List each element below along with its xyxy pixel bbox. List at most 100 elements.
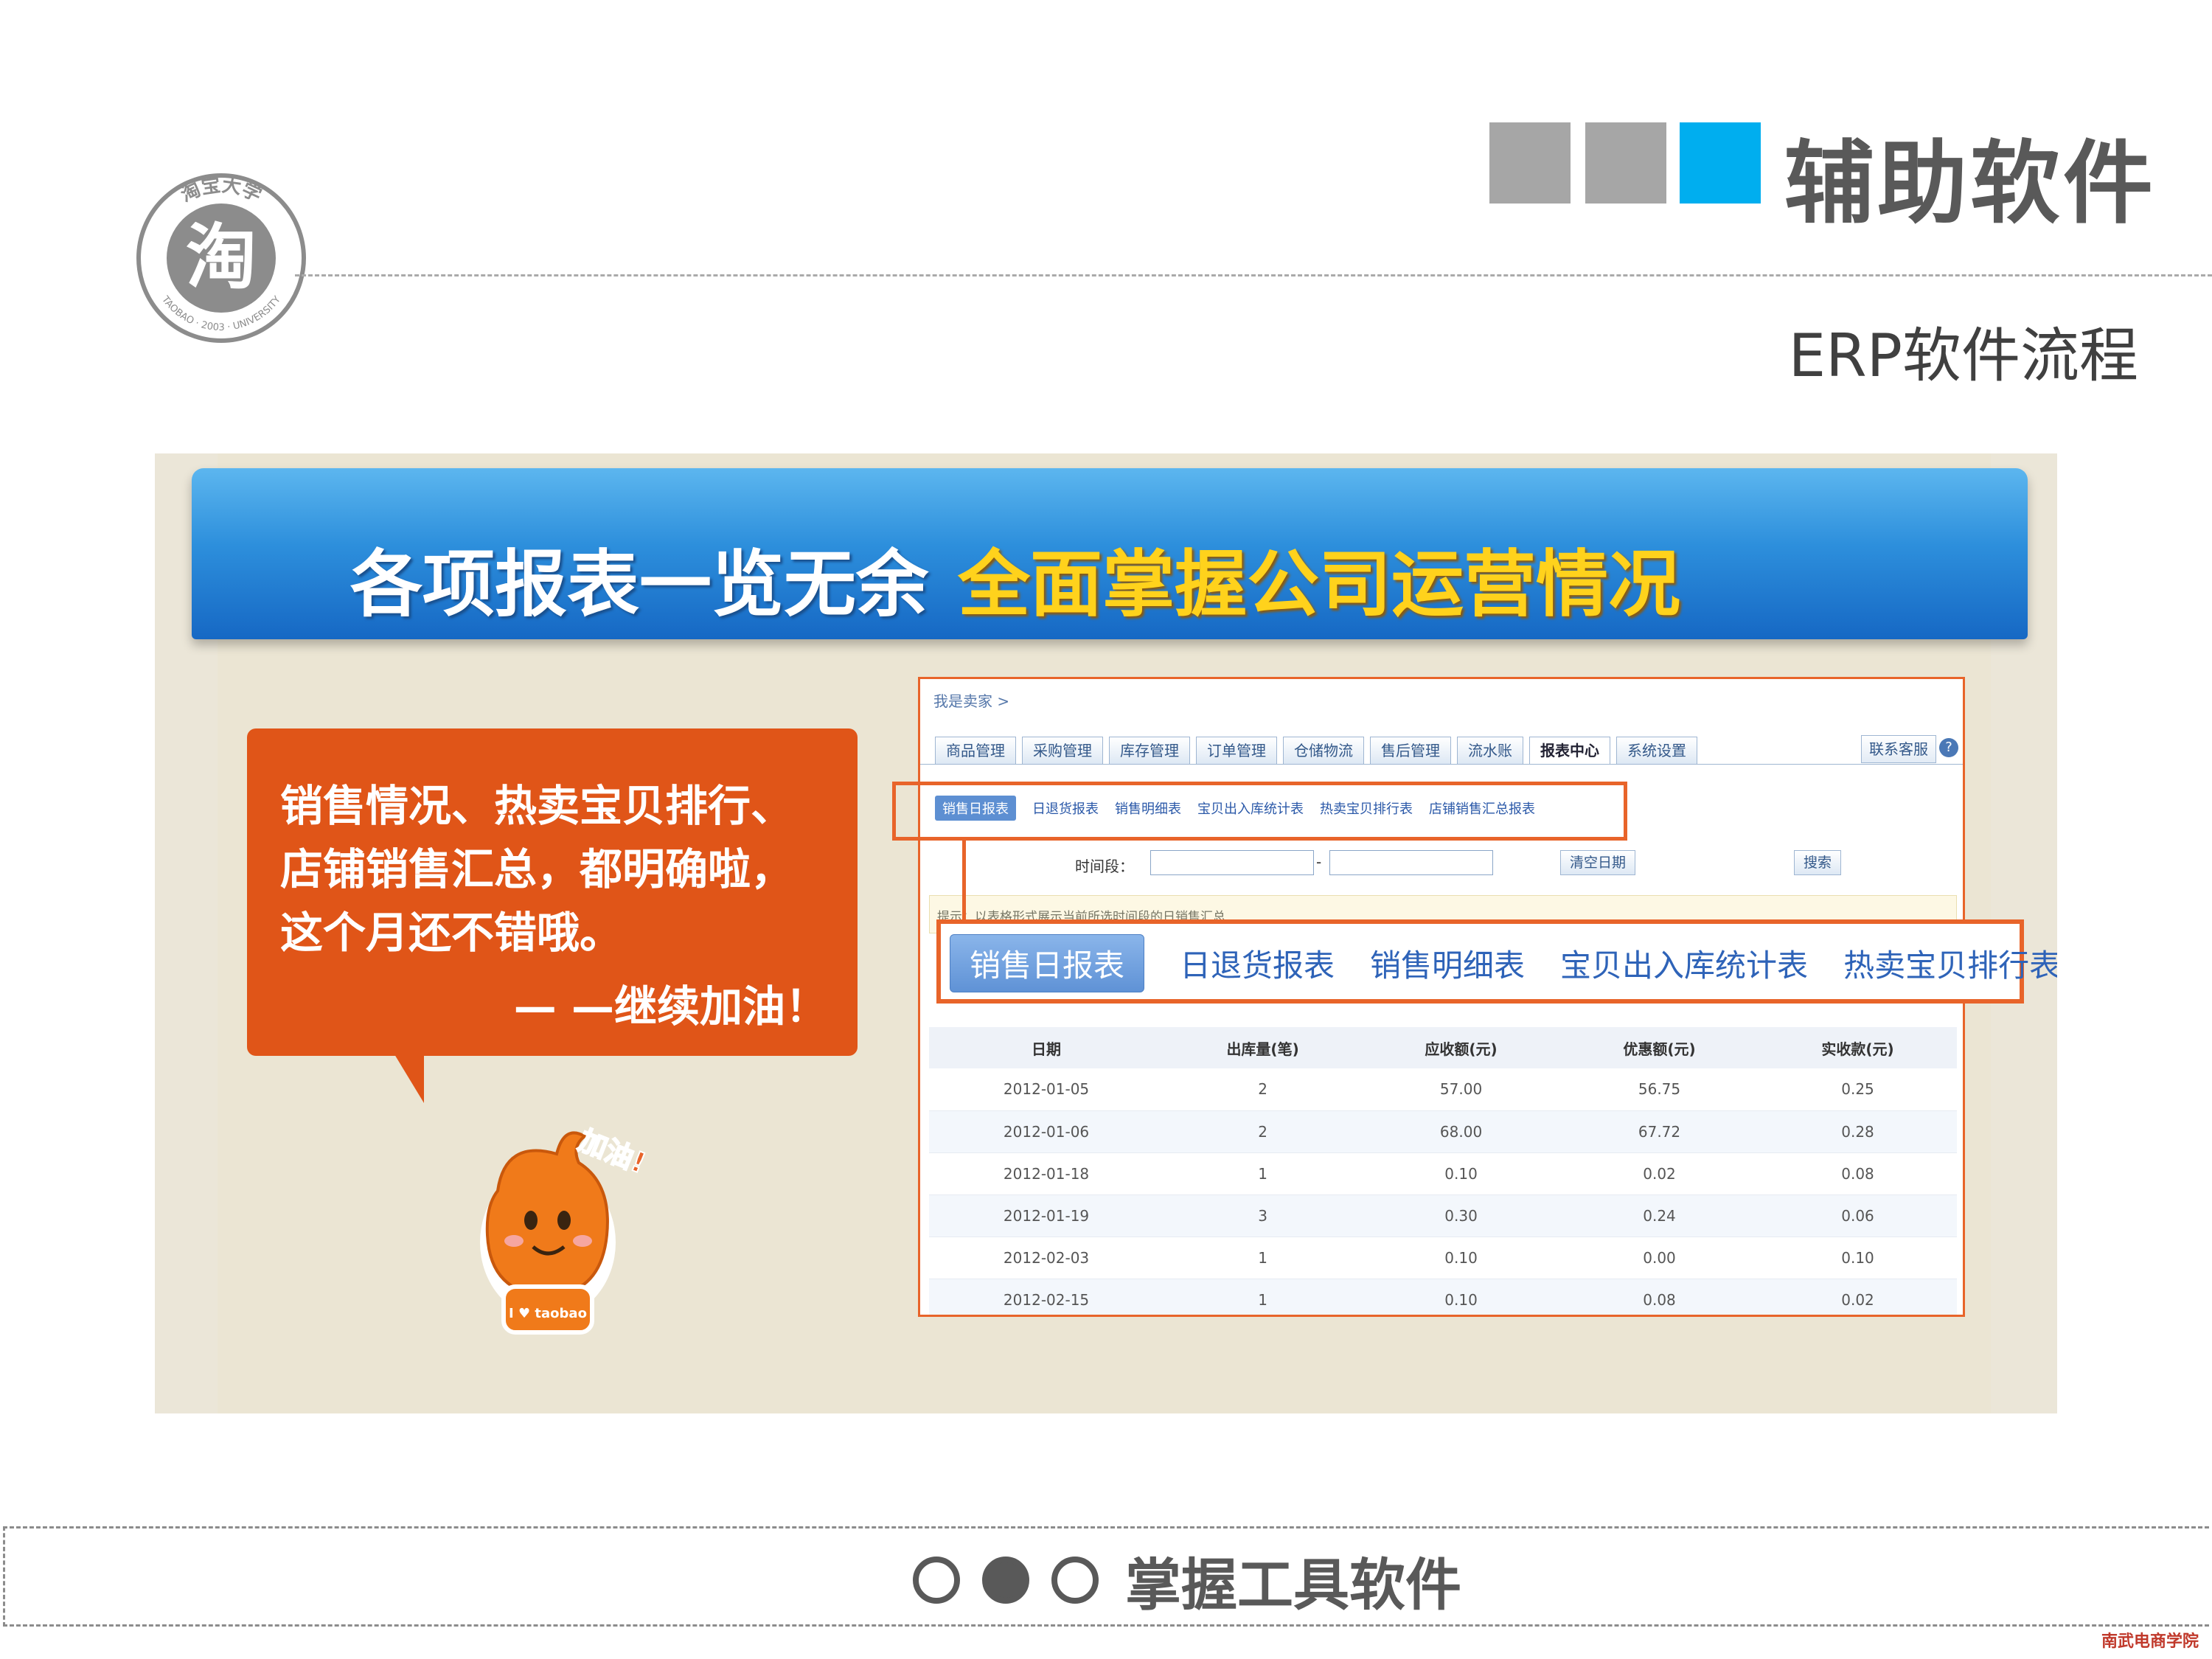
tab-divider	[920, 764, 1963, 765]
banner-text: 各项报表一览无余 全面掌握公司运营情况	[350, 526, 1680, 630]
search-button[interactable]: 搜索	[1794, 850, 1842, 875]
col-received: 实收款(元)	[1759, 1027, 1957, 1068]
table-row: 2012-01-05 2 57.00 56.75 0.25	[929, 1068, 1957, 1111]
illustration-panel: 各项报表一览无余 全面掌握公司运营情况 销售情况、热卖宝贝排行、 店铺销售汇总，都…	[155, 453, 2057, 1413]
cell-receivable: 0.30	[1362, 1194, 1561, 1237]
table-row: 2012-02-15 1 0.10 0.08 0.02	[929, 1279, 1957, 1315]
zoom-tab-hot-items[interactable]: 热卖宝贝排行表	[1843, 941, 2057, 986]
cell-receivable: 68.00	[1362, 1110, 1561, 1153]
col-discount: 优惠额(元)	[1560, 1027, 1759, 1068]
tab-orders[interactable]: 订单管理	[1196, 737, 1277, 765]
blue-square	[1680, 122, 1761, 204]
page-subtitle: ERP软件流程	[1788, 321, 2138, 390]
cell-date: 2012-02-15	[929, 1279, 1164, 1315]
header-divider	[295, 274, 2212, 276]
zoom-tab-stock-inout[interactable]: 宝贝出入库统计表	[1560, 941, 1808, 986]
bubble-line-3: 这个月还不错哦。	[280, 908, 623, 958]
bubble-line-2: 店铺销售汇总，都明确啦，	[280, 844, 794, 894]
footer-nav: 掌握工具软件	[913, 1540, 1461, 1621]
zoom-tab-daily-returns[interactable]: 日退货报表	[1180, 941, 1335, 986]
cell-received: 0.25	[1759, 1068, 1957, 1111]
tab-product[interactable]: 商品管理	[935, 737, 1016, 765]
cell-discount: 0.00	[1560, 1237, 1759, 1279]
table-header-row: 日期 出库量(笔) 应收额(元) 优惠额(元) 实收款(元)	[929, 1027, 1957, 1068]
cell-discount: 0.08	[1560, 1279, 1759, 1315]
subtab-highlight-box	[892, 782, 1627, 841]
logo-char: 淘	[186, 216, 257, 299]
contact-support-button[interactable]: 联系客服	[1861, 735, 1936, 763]
cell-outbound: 3	[1164, 1194, 1363, 1237]
table-row: 2012-01-18 1 0.10 0.02 0.08	[929, 1152, 1957, 1195]
speech-bubble-tail	[394, 1054, 424, 1103]
cell-discount: 67.72	[1560, 1110, 1759, 1153]
cell-date: 2012-01-19	[929, 1194, 1164, 1237]
gray-square-1	[1489, 122, 1571, 204]
cell-date: 2012-02-03	[929, 1237, 1164, 1279]
col-receivable: 应收额(元)	[1362, 1027, 1561, 1068]
cell-received: 0.06	[1759, 1194, 1957, 1237]
cell-date: 2012-01-05	[929, 1068, 1164, 1111]
nav-dot-1-icon[interactable]	[913, 1557, 960, 1604]
cell-receivable: 0.10	[1362, 1279, 1561, 1315]
cell-date: 2012-01-06	[929, 1110, 1164, 1153]
footer-section-title: 掌握工具软件	[1125, 1552, 1461, 1618]
tab-purchase[interactable]: 采购管理	[1022, 737, 1103, 765]
daily-sales-table: 日期 出库量(笔) 应收额(元) 优惠额(元) 实收款(元) 2012-01-0…	[929, 1027, 1957, 1315]
cell-date: 2012-01-18	[929, 1152, 1164, 1195]
corner-logo: 南武电商学院	[2101, 1632, 2199, 1651]
cell-received: 0.08	[1759, 1152, 1957, 1195]
highlight-connector	[962, 838, 966, 919]
date-separator: -	[1316, 853, 1322, 871]
cell-receivable: 0.10	[1362, 1152, 1561, 1195]
cell-outbound: 1	[1164, 1279, 1363, 1315]
nav-dot-3-icon[interactable]	[1051, 1557, 1099, 1604]
col-outbound: 出库量(笔)	[1164, 1027, 1363, 1068]
cell-outbound: 1	[1164, 1237, 1363, 1279]
mascot-shirt-text: I ♥ taobao	[509, 1306, 587, 1321]
banner: 各项报表一览无余 全面掌握公司运营情况	[192, 468, 2028, 639]
end-date-input[interactable]	[1329, 850, 1493, 875]
time-range-label: 时间段：	[1075, 858, 1134, 875]
zoomed-subtabs-row: 销售日报表 日退货报表 销售明细表 宝贝出入库统计表 热卖宝贝排行表	[950, 934, 2057, 992]
cell-discount: 0.02	[1560, 1152, 1759, 1195]
nav-dot-2-icon[interactable]	[982, 1557, 1029, 1604]
table-row: 2012-01-19 3 0.30 0.24 0.06	[929, 1194, 1957, 1237]
cell-receivable: 0.10	[1362, 1237, 1561, 1279]
cell-received: 0.28	[1759, 1110, 1957, 1153]
help-icon[interactable]: ?	[1939, 738, 1958, 757]
tab-logistics[interactable]: 仓储物流	[1283, 737, 1364, 765]
cell-outbound: 2	[1164, 1068, 1363, 1111]
tab-inventory[interactable]: 库存管理	[1109, 737, 1190, 765]
taobao-university-logo: 淘 淘宝大学 TAOBAO · 2003 · UNIVERSITY	[136, 173, 306, 343]
cell-outbound: 1	[1164, 1152, 1363, 1195]
cell-outbound: 2	[1164, 1110, 1363, 1153]
speech-bubble: 销售情况、热卖宝贝排行、 店铺销售汇总，都明确啦， 这个月还不错哦。 — —继续…	[247, 728, 858, 1056]
cell-receivable: 57.00	[1362, 1068, 1561, 1111]
tab-reports[interactable]: 报表中心	[1529, 737, 1610, 765]
zoom-tab-daily-sales[interactable]: 销售日报表	[950, 934, 1145, 992]
page-title: 辅助软件	[1784, 131, 2156, 236]
table-row: 2012-02-03 1 0.10 0.00 0.10	[929, 1237, 1957, 1279]
col-date: 日期	[929, 1027, 1164, 1068]
bubble-signature: — —继续加油！	[513, 981, 828, 1032]
tab-aftersales[interactable]: 售后管理	[1370, 737, 1451, 765]
tab-ledger[interactable]: 流水账	[1457, 737, 1523, 765]
cell-discount: 0.24	[1560, 1194, 1759, 1237]
erp-main-tabs: 商品管理 采购管理 库存管理 订单管理 仓储物流 售后管理 流水账 报表中心 系…	[935, 737, 1697, 765]
table-row: 2012-01-06 2 68.00 67.72 0.28	[929, 1110, 1957, 1153]
mascot-icon: I ♥ taobao 加油!	[480, 1123, 651, 1335]
cell-received: 0.02	[1759, 1279, 1957, 1315]
banner-yellow-text: 全面掌握公司运营情况	[958, 543, 1681, 627]
gray-square-2	[1585, 122, 1666, 204]
zoomed-subtabs-callout: 销售日报表 日退货报表 销售明细表 宝贝出入库统计表 热卖宝贝排行表	[936, 919, 2057, 1004]
clear-date-button[interactable]: 清空日期	[1560, 850, 1636, 875]
tab-settings[interactable]: 系统设置	[1616, 737, 1697, 765]
bubble-line-1: 销售情况、热卖宝贝排行、	[280, 781, 794, 831]
breadcrumb[interactable]: 我是卖家 >	[933, 689, 1009, 711]
cell-received: 0.10	[1759, 1237, 1957, 1279]
start-date-input[interactable]	[1150, 850, 1314, 875]
zoom-tab-sales-detail[interactable]: 销售明细表	[1370, 941, 1525, 986]
cell-discount: 56.75	[1560, 1068, 1759, 1111]
speech-bubble-text: 销售情况、热卖宝贝排行、 店铺销售汇总，都明确啦， 这个月还不错哦。	[280, 774, 793, 964]
banner-white-text: 各项报表一览无余	[350, 543, 929, 627]
